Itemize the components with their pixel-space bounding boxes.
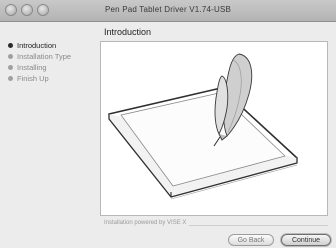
step-label: Finish Up	[17, 74, 49, 83]
step-introduction: Introduction	[8, 41, 56, 50]
pen-tablet-illustration	[108, 53, 298, 200]
window-title: Pen Pad Tablet Driver V1.74-USB	[104, 5, 232, 14]
installer-window: Pen Pad Tablet Driver V1.74-USB Introduc…	[0, 0, 336, 248]
step-label: Installation Type	[17, 52, 72, 61]
powered-by-label: Installation powered by VISE X	[104, 220, 190, 226]
step-finish-up: Finish Up	[8, 74, 49, 83]
page-title: Introduction	[104, 27, 152, 37]
step-bullet-icon	[8, 65, 13, 70]
step-label: Installing	[17, 63, 47, 72]
step-bullet-icon	[8, 76, 13, 81]
step-bullet-icon	[8, 54, 13, 59]
step-bullet-icon	[8, 43, 13, 48]
step-installing: Installing	[8, 63, 47, 72]
title-bar: Pen Pad Tablet Driver V1.74-USB	[0, 0, 336, 22]
step-installation-type: Installation Type	[8, 52, 71, 61]
tablet-graphic	[108, 87, 298, 200]
go-back-button[interactable]: Go Back	[228, 234, 274, 246]
installer-steps-sidebar: Introduction Installation Type Installin…	[0, 22, 98, 248]
content-pane	[100, 41, 328, 216]
step-label: Introduction	[17, 41, 57, 50]
continue-button[interactable]: Continue	[281, 234, 331, 246]
